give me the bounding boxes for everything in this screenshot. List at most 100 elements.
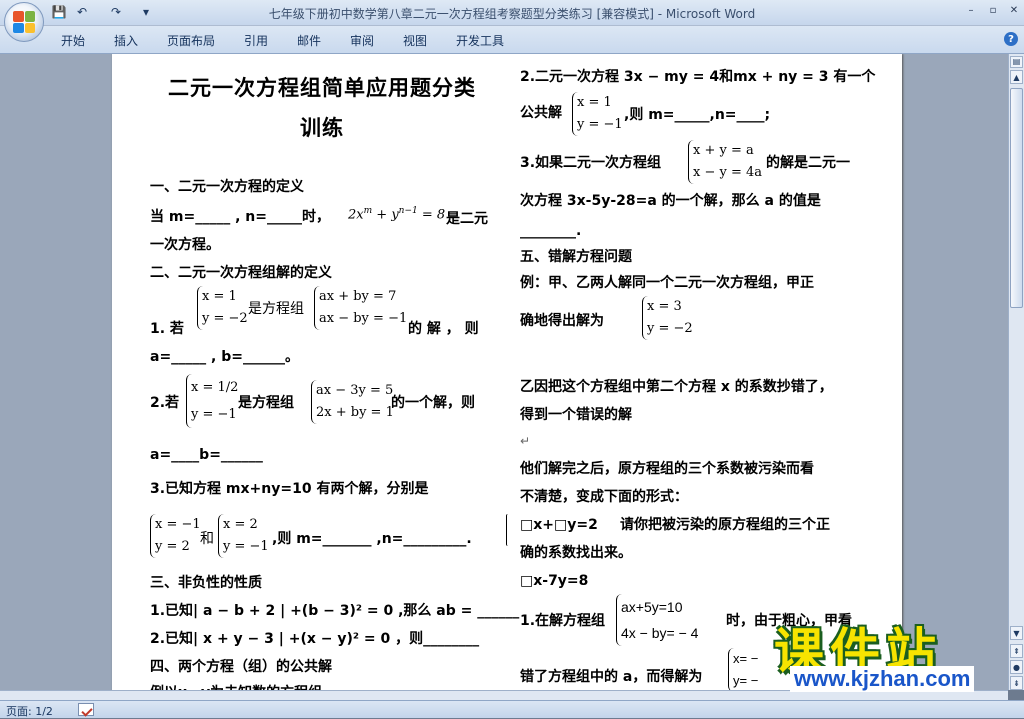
q3-text: 3.已知方程 mx+ny=10 有两个解，分别是 <box>150 481 429 497</box>
q2-mid: 是方程组 <box>238 395 294 411</box>
r-q2-y: y = −1 <box>577 117 623 132</box>
section-5-heading: 五、错解方程问题 <box>520 249 632 265</box>
q1-solution-system: x = 1 y = −2 <box>197 286 248 330</box>
example-system: x = 3 y = −2 <box>642 296 693 340</box>
r-q2-prefix: 公共解 <box>520 105 562 121</box>
restore-button[interactable]: ▫ <box>984 3 1002 17</box>
q2-solution-system: x = 1/2 y = −1 <box>186 374 238 428</box>
s1-equation: 2xm + yn−1 = 8 <box>348 206 446 223</box>
example-line8: 确的系数找出来。 <box>520 545 632 561</box>
example-line4: 得到一个错误的解 <box>520 407 632 423</box>
q1-prefix: 1. 若 <box>150 321 184 337</box>
q1-equation-system: ax + by = 7 ax − by = −1 <box>314 286 407 330</box>
paragraph-mark: ↵ <box>520 434 531 448</box>
tab-home[interactable]: 开始 <box>61 32 85 49</box>
document-page[interactable]: 二元一次方程组简单应用题分类 训练 一、二元一次方程的定义 当 m=_____ … <box>112 54 902 690</box>
minimize-button[interactable]: – <box>962 3 980 17</box>
q3-sol1-y: y = 2 <box>155 539 190 554</box>
q3-sol1-x: x = −1 <box>155 517 201 532</box>
section-1-heading: 一、二元一次方程的定义 <box>150 179 304 195</box>
r-q3-system: x + y = a x − y = 4a <box>688 140 762 184</box>
q2-sol-y: y = −1 <box>191 407 237 422</box>
page-indicator[interactable]: 页面: 1/2 <box>6 703 53 719</box>
doc-title-line1: 二元一次方程组简单应用题分类 <box>168 76 476 100</box>
s1-question-text: 当 m=_____ , n=_____时， <box>150 209 330 225</box>
document-name: 七年级下册初中数学第八章二元一次方程组考察题型分类练习 [兼容模式] <box>268 7 654 21</box>
r1-eq2: 4x − by= − 4 <box>621 625 699 641</box>
s3-question-1: 1.已知| a − b + 2 | +(b − 3)² = 0 ,那么 ab =… <box>150 603 520 619</box>
scroll-up-icon[interactable]: ▲ <box>1010 70 1023 84</box>
s3-question-2: 2.已知| x + y − 3 | +(x − y)² = 0 ，则______… <box>150 631 480 647</box>
r1-wrong-x: x= − <box>733 651 759 666</box>
q1-eq-1: ax + by = 7 <box>319 289 397 304</box>
example-line6: 不清楚，变成下面的形式： <box>520 489 688 505</box>
s4-example-cut: 例以x，y为未知数的方程组 <box>150 682 322 690</box>
r-q3-eq1: x + y = a <box>693 143 754 158</box>
help-icon[interactable]: ? <box>1004 32 1018 46</box>
polluted-eq-1: □x+□y=2 <box>520 517 598 533</box>
tab-references[interactable]: 引用 <box>244 32 268 49</box>
s1-question-end: 一次方程。 <box>150 237 220 253</box>
q3-sol2-y: y = −1 <box>223 539 269 554</box>
q2-suffix: 的一个解，则 <box>391 395 475 411</box>
r1-system: ax+5y=10 4x − by= − 4 <box>616 594 698 646</box>
q1-eq-2: ax − by = −1 <box>319 311 408 326</box>
r1-prefix: 1.在解方程组 <box>520 613 606 629</box>
status-bar: 页面: 1/2 <box>0 700 1024 718</box>
r-q2-line1: 2.二元一次方程 3x − my = 4和mx + ny = 3 有一个 <box>520 69 876 85</box>
q3-solution-1: x = −1 y = 2 <box>150 514 201 558</box>
example-line1: 例：甲、乙两人解同一个二元一次方程组，甲正 <box>520 275 814 291</box>
scroll-thumb[interactable] <box>1010 88 1023 308</box>
s1-equation-base: 2x <box>348 207 364 223</box>
r-q3-prefix: 3.如果二元一次方程组 <box>520 155 662 171</box>
q1-is-label: 是方程组 <box>248 301 304 317</box>
office-button[interactable] <box>4 2 44 42</box>
q1-sol-y: y = −2 <box>202 311 248 326</box>
r1-wrong-y: y= − <box>733 673 759 688</box>
r1-wrong-solution: x= − y= − <box>728 648 758 690</box>
example-y: y = −2 <box>647 321 693 336</box>
doc-title-line2: 训练 <box>300 116 344 140</box>
r1-eq1: ax+5y=10 <box>621 599 683 615</box>
tab-developer[interactable]: 开发工具 <box>456 32 504 49</box>
r-q2-answer: ,则 m=_____,n=____; <box>624 107 771 123</box>
window-title: 七年级下册初中数学第八章二元一次方程组考察题型分类练习 [兼容模式] - Mic… <box>0 5 1024 22</box>
q1-answer-line: a=_____ , b=______。 <box>150 349 299 365</box>
q2-eq-1: ax − 3y = 5 <box>316 383 394 398</box>
polluted-system-brace <box>506 514 508 546</box>
close-button[interactable]: ✕ <box>1005 3 1023 17</box>
title-bar: 💾 ↶ ↷ ▾ 七年级下册初中数学第八章二元一次方程组考察题型分类练习 [兼容模… <box>0 0 1024 26</box>
tab-mailings[interactable]: 邮件 <box>297 32 321 49</box>
r-q2-system: x = 1 y = −1 <box>572 92 623 136</box>
r-q3-eq2: x − y = 4a <box>693 165 763 180</box>
example-line3: 乙因把这个方程组中第二个方程 x 的系数抄错了， <box>520 379 833 395</box>
tab-page-layout[interactable]: 页面布局 <box>167 32 215 49</box>
ribbon-tabs: 开始 插入 页面布局 引用 邮件 审阅 视图 开发工具 ? <box>0 26 1024 54</box>
tab-view[interactable]: 视图 <box>403 32 427 49</box>
section-2-heading: 二、二元一次方程组解的定义 <box>150 265 332 281</box>
q3-solution-2: x = 2 y = −1 <box>218 514 269 558</box>
q3-answer: ,则 m=_______ ,n=_________. <box>272 531 472 547</box>
office-logo-icon <box>13 11 35 33</box>
q2-equation-system: ax − 3y = 5 2x + by = 1 <box>311 380 394 424</box>
example-line2: 确地得出解为 <box>520 313 604 329</box>
app-name: - Microsoft Word <box>653 7 756 21</box>
r-q2-x: x = 1 <box>577 95 612 110</box>
r1-line2: 错了方程组中的 a，而得解为 <box>520 669 703 685</box>
q1-suffix: 的 解 ， 则 <box>408 321 479 337</box>
r-q3-suffix: 的解是二元一 <box>766 155 850 171</box>
tab-insert[interactable]: 插入 <box>114 32 138 49</box>
example-line7: 请你把被污染的原方程组的三个正 <box>620 517 830 533</box>
q1-sol-x: x = 1 <box>202 289 237 304</box>
section-3-heading: 三、非负性的性质 <box>150 575 262 591</box>
section-4-heading: 四、两个方程（组）的公共解 <box>150 659 332 675</box>
r-q3-line2: 次方程 3x-5y-28=a 的一个解，那么 a 的值是 <box>520 193 821 209</box>
q2-eq-2: 2x + by = 1 <box>316 405 394 420</box>
tab-review[interactable]: 审阅 <box>350 32 374 49</box>
view-ruler-icon[interactable]: ▤ <box>1010 56 1023 68</box>
polluted-eq-2: □x-7y=8 <box>520 573 589 589</box>
q2-sol-x: x = 1/2 <box>191 380 239 395</box>
proofing-icon[interactable] <box>78 703 94 716</box>
watermark-logo: 课件站 www.kjzhan.com <box>774 612 1024 702</box>
vertical-scrollbar[interactable]: ▤ ▲ ▼ ⇞ ● ⇟ <box>1008 54 1024 690</box>
